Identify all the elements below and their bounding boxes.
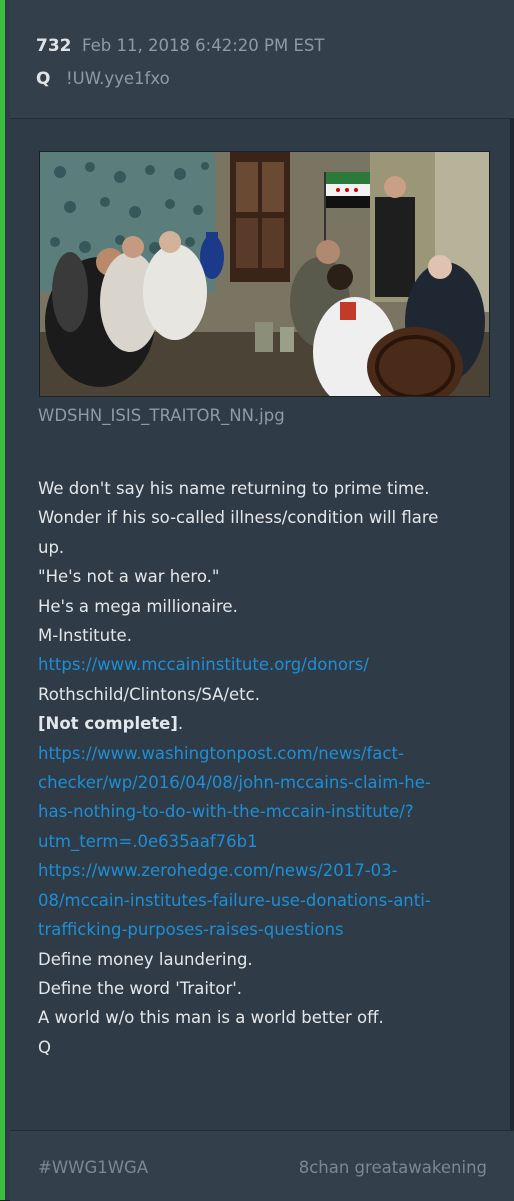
- body-line: [Not complete].: [38, 714, 184, 734]
- zerohedge-link[interactable]: trafficking-purposes-raises-questions: [38, 920, 344, 939]
- post-number[interactable]: 732: [36, 36, 72, 56]
- author-name: Q: [36, 69, 51, 89]
- body-link[interactable]: has-nothing-to-do-with-the-mccain-instit…: [38, 797, 488, 826]
- body-line: Define money laundering.: [38, 949, 253, 969]
- board-label[interactable]: 8chan greatawakening: [299, 1158, 487, 1177]
- body-line: up.: [38, 537, 65, 557]
- not-complete-label: [Not complete]: [38, 714, 178, 734]
- washingtonpost-link[interactable]: utm_term=.0e635aaf76b1: [38, 832, 258, 851]
- washingtonpost-link[interactable]: https://www.washingtonpost.com/news/fact…: [38, 744, 404, 763]
- post-body: We don't say his name returning to prime…: [38, 474, 488, 1062]
- card-edge: [510, 0, 514, 1200]
- meeting-photo: [40, 152, 489, 396]
- body-line: M-Institute.: [38, 626, 132, 646]
- body-link[interactable]: trafficking-purposes-raises-questions: [38, 915, 488, 944]
- washingtonpost-link[interactable]: checker/wp/2016/04/08/john-mccains-claim…: [38, 773, 431, 792]
- body-line: A world w/o this man is a world better o…: [38, 1008, 384, 1028]
- body-link[interactable]: https://www.mccaininstitute.org/donors/: [38, 650, 488, 679]
- post-image[interactable]: [39, 151, 490, 397]
- body-line: Define the word 'Traitor'.: [38, 978, 243, 998]
- hashtag-label[interactable]: #WWG1WGA: [38, 1158, 148, 1177]
- post-card: 732 Feb 11, 2018 6:42:20 PM EST Q !UW.yy…: [0, 0, 514, 1201]
- body-line: Rothschild/Clintons/SA/etc.: [38, 684, 260, 704]
- washingtonpost-link[interactable]: has-nothing-to-do-with-the-mccain-instit…: [38, 802, 414, 821]
- author-tripcode: !UW.yye1fxo: [66, 69, 170, 88]
- post-date: Feb 11, 2018 6:42:20 PM EST: [82, 36, 325, 55]
- body-line: We don't say his name returning to prime…: [38, 479, 430, 498]
- body-signature: Q: [38, 1037, 51, 1057]
- post-header: 732 Feb 11, 2018 6:42:20 PM EST Q !UW.yy…: [10, 0, 514, 119]
- zerohedge-link[interactable]: 08/mccain-institutes-failure-use-donatio…: [38, 891, 431, 910]
- zerohedge-link[interactable]: https://www.zerohedge.com/news/2017-03-: [38, 861, 398, 880]
- image-filename[interactable]: WDSHN_ISIS_TRAITOR_NN.jpg: [38, 406, 285, 425]
- mccain-institute-donors-link[interactable]: https://www.mccaininstitute.org/donors/: [38, 655, 369, 674]
- body-line: He's a mega millionaire.: [38, 596, 238, 616]
- body-line: "He's not a war hero.": [38, 567, 220, 587]
- post-footer: #WWG1WGA 8chan greatawakening: [10, 1130, 514, 1201]
- body-line: Wonder if his so-called illness/conditio…: [38, 508, 439, 528]
- body-link[interactable]: utm_term=.0e635aaf76b1: [38, 827, 488, 856]
- body-link[interactable]: https://www.washingtonpost.com/news/fact…: [38, 739, 488, 768]
- body-link[interactable]: 08/mccain-institutes-failure-use-donatio…: [38, 886, 488, 915]
- body-link[interactable]: checker/wp/2016/04/08/john-mccains-claim…: [38, 768, 488, 797]
- body-link[interactable]: https://www.zerohedge.com/news/2017-03-: [38, 856, 488, 885]
